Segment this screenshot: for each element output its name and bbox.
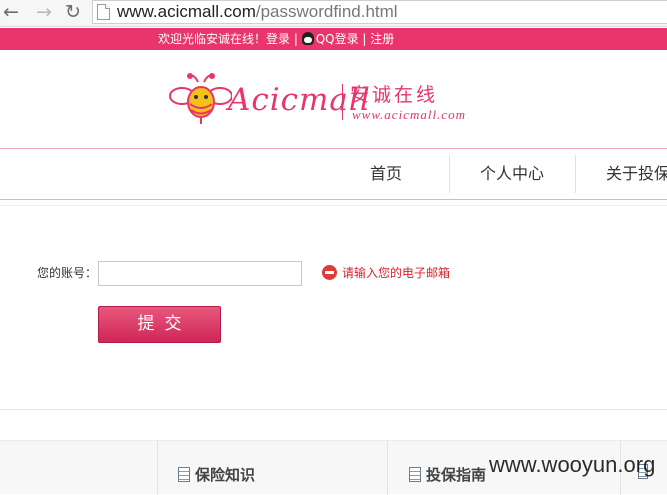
error-text: 请输入您的电子邮箱 [342, 266, 451, 280]
browser-toolbar: ← → ↻ www.acicmall.com/passwordfind.html [0, 0, 667, 27]
footer-divider [0, 409, 667, 410]
nav-divider [575, 155, 576, 193]
bee-mascot-icon [169, 73, 232, 124]
logo-chinese-name: 安诚在线 [350, 84, 439, 106]
document-icon [409, 467, 421, 482]
logo-url: www.acicmall.com [352, 107, 466, 122]
account-input[interactable] [98, 261, 302, 286]
nav-item-about-insurance[interactable]: 关于投保 [606, 149, 667, 199]
error-message: 请输入您的电子邮箱 [322, 264, 450, 281]
top-bar-links: 欢迎光临安诚在线！登录 | QQ登录 | 注册 [158, 31, 394, 47]
welcome-text: 欢迎光临安诚在线！ [158, 32, 267, 46]
top-bar: 欢迎光临安诚在线！登录 | QQ登录 | 注册 [0, 28, 667, 50]
nav-divider [449, 155, 450, 193]
forward-arrow-icon[interactable]: → [33, 1, 55, 23]
address-bar[interactable]: www.acicmall.com/passwordfind.html [92, 0, 667, 24]
qq-login-link[interactable]: QQ登录 [316, 32, 359, 46]
footer-heading-insurance-knowledge[interactable]: 保险知识 [178, 464, 255, 485]
login-link[interactable]: 登录 [266, 32, 290, 46]
qq-penguin-icon[interactable] [301, 32, 314, 45]
error-minus-icon [322, 265, 337, 280]
footer-heading-text: 保险知识 [195, 466, 256, 484]
footer-column-divider [157, 441, 158, 495]
main-nav: 首页 个人中心 关于投保 [0, 148, 667, 200]
reload-icon[interactable]: ↻ [62, 1, 84, 23]
site-header: Acicmall 安诚在线 www.acicmall.com [0, 50, 667, 148]
page-icon [97, 4, 110, 20]
url-host: www.acicmall.com [117, 2, 256, 21]
url-path: /passwordfind.html [255, 2, 398, 21]
footer-heading-text: 投保指南 [426, 466, 487, 484]
nav-item-personal-center[interactable]: 个人中心 [480, 149, 544, 199]
footer-column-divider [387, 441, 388, 495]
footer-heading-insurance-guide[interactable]: 投保指南 [409, 464, 486, 485]
account-label: 您的账号： [37, 266, 98, 280]
nav-item-home[interactable]: 首页 [370, 149, 402, 199]
back-arrow-icon[interactable]: ← [0, 1, 22, 23]
logo-divider [342, 84, 343, 120]
watermark: www.wooyun.org [489, 452, 656, 477]
separator: | [290, 32, 302, 46]
url-text[interactable]: www.acicmall.com/passwordfind.html [117, 2, 398, 22]
register-link[interactable]: 注册 [370, 32, 394, 46]
submit-button[interactable]: 提交 [98, 306, 221, 343]
content-divider [0, 205, 667, 206]
document-icon [178, 467, 190, 482]
site-logo[interactable]: Acicmall 安诚在线 www.acicmall.com [168, 70, 498, 132]
separator: | [358, 32, 371, 46]
